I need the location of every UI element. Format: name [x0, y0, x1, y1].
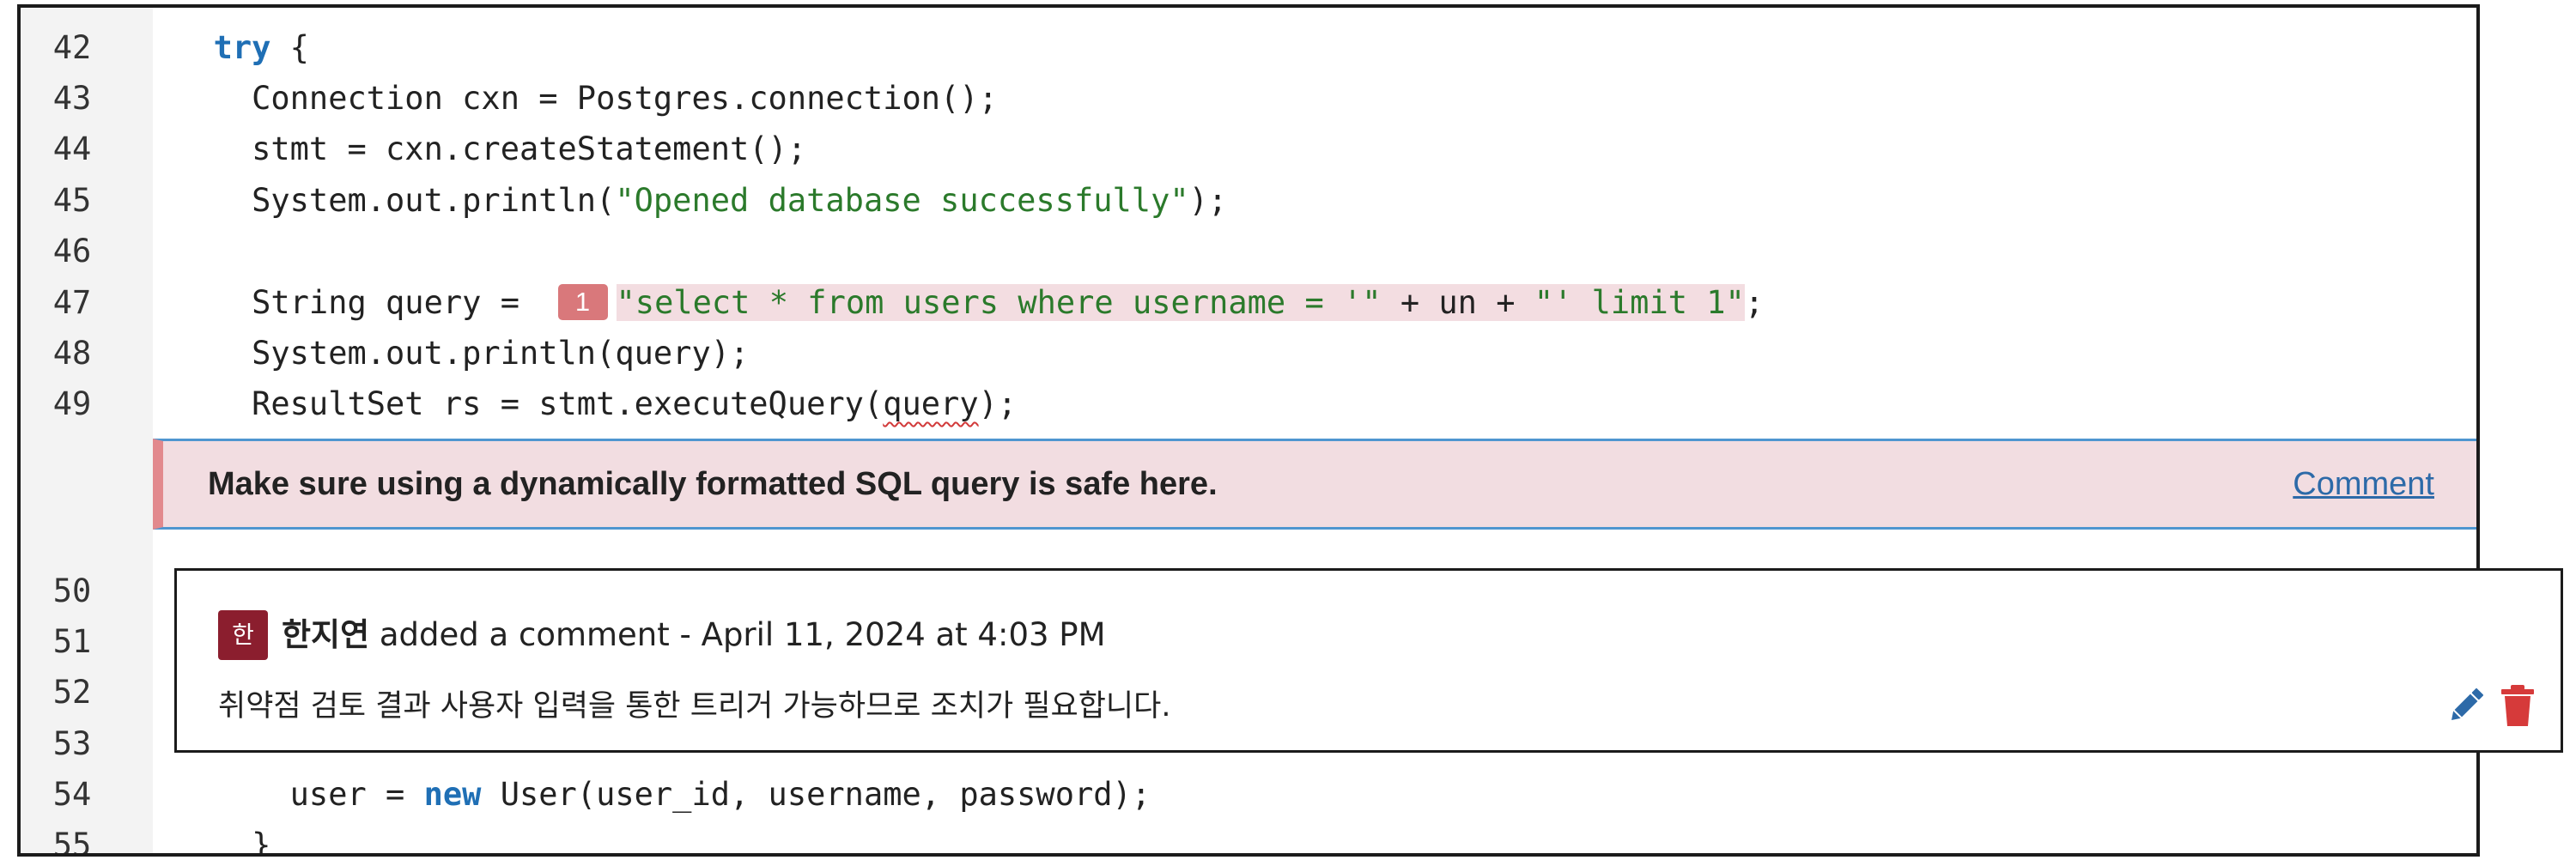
- line-number: 42: [52, 29, 92, 66]
- code-token: query: [883, 385, 979, 422]
- line-number: 46: [52, 233, 92, 270]
- code-text: try {: [175, 24, 309, 72]
- code-token: {: [270, 29, 309, 66]
- line-number: 55: [52, 827, 92, 857]
- code-token: System.out.println(: [175, 182, 616, 219]
- code-line: 54 user = new User(user_id, username, pa…: [21, 771, 2476, 819]
- code-token: ResultSet rs = stmt.executeQuery(: [175, 385, 884, 422]
- code-line: 49 ResultSet rs = stmt.executeQuery(quer…: [21, 380, 2476, 428]
- code-token: String query =: [175, 284, 558, 321]
- code-token: "select * from users where username = '": [616, 284, 1382, 321]
- code-token: + un +: [1381, 284, 1534, 321]
- code-line: 55 }: [21, 821, 2476, 857]
- code-token: );: [1188, 182, 1228, 219]
- issue-marker[interactable]: 1: [557, 284, 608, 320]
- code-text: System.out.println(query);: [175, 330, 749, 378]
- trash-icon[interactable]: [2499, 684, 2537, 727]
- code-line: 42 try {: [21, 24, 2476, 72]
- code-token: new: [423, 776, 482, 813]
- code-text: user = new User(user_id, username, passw…: [175, 771, 1151, 819]
- line-number: 53: [52, 725, 92, 762]
- line-number: 45: [52, 182, 92, 219]
- line-number: 51: [52, 623, 92, 660]
- code-line: 46: [21, 227, 2476, 276]
- line-number: 50: [52, 572, 92, 609]
- comment-author: 한지연: [282, 616, 370, 653]
- code-token: "' limit 1": [1534, 284, 1745, 321]
- code-line: 48 System.out.println(query);: [21, 330, 2476, 378]
- code-token: try: [213, 29, 271, 66]
- comment-body: 취약점 검토 결과 사용자 입력을 통한 트리거 가능하므로 조치가 필요합니다…: [218, 689, 1171, 724]
- code-token: stmt = cxn.createStatement();: [175, 130, 807, 167]
- code-token: ;: [1744, 284, 1765, 321]
- code-token: user =: [175, 776, 424, 813]
- code-token: Connection cxn = Postgres.connection();: [175, 80, 998, 117]
- code-token: "Opened database successfully": [615, 182, 1189, 219]
- code-token: }: [175, 827, 271, 857]
- line-number: 47: [52, 284, 92, 321]
- code-text: stmt = cxn.createStatement();: [175, 125, 806, 173]
- code-text: }: [175, 821, 271, 857]
- code-token: System.out.println(query);: [175, 335, 750, 372]
- code-text: Connection cxn = Postgres.connection();: [175, 75, 998, 123]
- line-number: 49: [52, 385, 92, 422]
- pencil-icon[interactable]: [2447, 684, 2485, 727]
- code-text: String query = 1 "select * from users whe…: [175, 279, 1764, 327]
- code-text: System.out.println("Opened database succ…: [175, 177, 1227, 225]
- code-line: 44 stmt = cxn.createStatement();: [21, 125, 2476, 173]
- line-number: 44: [52, 130, 92, 167]
- issue-banner: Make sure using a dynamically formatted …: [153, 439, 2476, 530]
- comment-header: 한지연 added a comment - April 11, 2024 at …: [282, 610, 1106, 660]
- comment-card: 한 한지연 added a comment - April 11, 2024 a…: [174, 568, 2563, 753]
- comment-meta: added a comment - April 11, 2024 at 4:03…: [369, 616, 1106, 653]
- code-token: User(user_id, username, password);: [481, 776, 1151, 813]
- issue-message: Make sure using a dynamically formatted …: [208, 466, 1218, 502]
- code-token: );: [978, 385, 1018, 422]
- code-line: 47 String query = 1 "select * from users …: [21, 279, 2476, 327]
- comment-link[interactable]: Comment: [2293, 441, 2434, 527]
- line-number: 48: [52, 335, 92, 372]
- code-line: 43 Connection cxn = Postgres.connection(…: [21, 75, 2476, 123]
- code-line: 45 System.out.println("Opened database s…: [21, 177, 2476, 225]
- line-number: 54: [52, 776, 92, 813]
- avatar: 한: [218, 610, 268, 660]
- code-text: ResultSet rs = stmt.executeQuery(query);: [175, 380, 1017, 428]
- line-number: 43: [52, 80, 92, 117]
- line-number: 52: [52, 674, 92, 711]
